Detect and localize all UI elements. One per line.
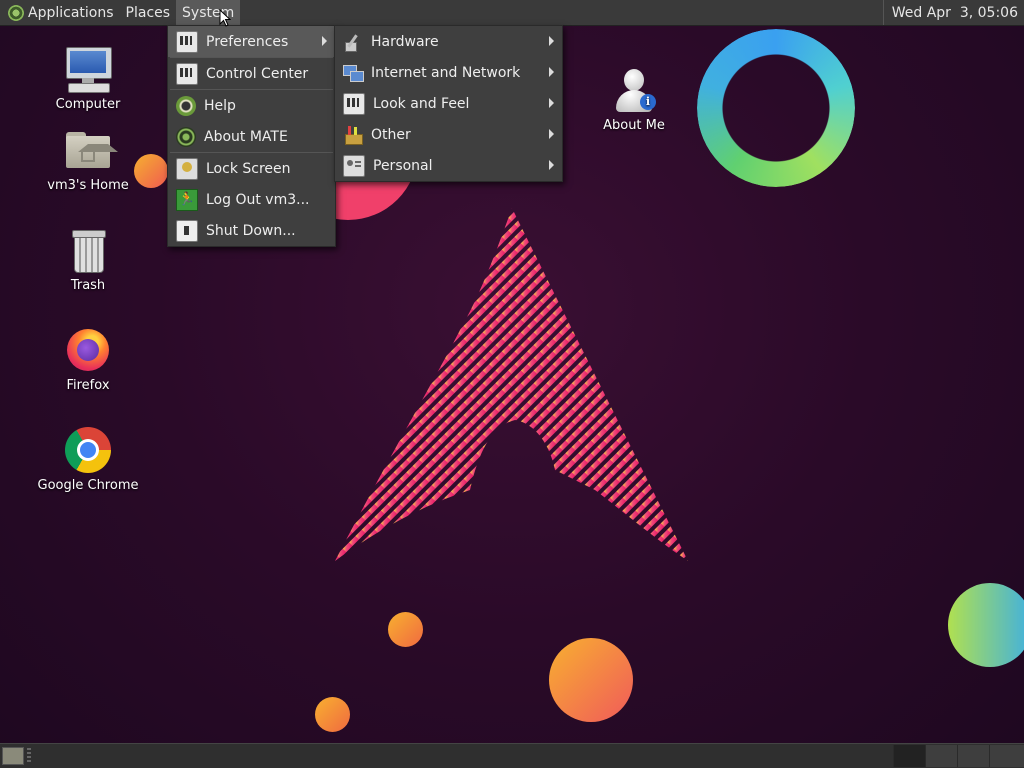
menu-item-label: Internet and Network [371,64,521,81]
submenu-item-personal[interactable]: Personal [335,150,562,181]
mouse-cursor-icon [219,9,231,27]
desktop-icon-label: vm3's Home [47,178,129,193]
network-icon [343,63,364,83]
workspace-2[interactable] [925,745,957,767]
desktop-icon-computer[interactable]: Computer [33,45,143,112]
arch-logo [335,208,688,561]
wallpaper-ball [549,638,633,722]
desktop-icon-firefox[interactable]: Firefox [33,326,143,393]
places-menu[interactable]: Places [120,0,177,25]
desktop-icon-label: Computer [55,97,121,112]
wallpaper-ball [948,583,1024,667]
workspace-4[interactable] [989,745,1024,767]
computer-icon [64,45,112,93]
submenu-arrow-icon [549,36,554,46]
desktop-icon-about-me[interactable]: i About Me [579,66,689,133]
menu-item-label: About MATE [204,128,288,145]
menu-item-lock-screen[interactable]: Lock Screen [168,153,335,184]
applications-menu-label: Applications [28,4,114,21]
submenu-arrow-icon [322,36,327,46]
clock[interactable]: Wed Apr 3, 05:06 [882,0,1024,25]
submenu-arrow-icon [549,160,554,170]
menu-item-help[interactable]: Help [168,90,335,121]
clock-label: Wed Apr 3, 05:06 [891,4,1018,21]
menu-item-label: Personal [373,157,433,174]
show-desktop-button[interactable] [2,747,24,765]
shut-down-icon [176,219,198,242]
submenu-arrow-icon [549,98,554,108]
top-panel: Applications Places System Wed Apr 3, 05… [0,0,1024,26]
home-folder-icon [64,126,118,174]
submenu-item-other[interactable]: Other [335,119,562,150]
desktop-icon-label: Firefox [66,378,110,393]
system-menu-popup: Preferences Control Center Help About MA… [167,25,336,247]
menu-item-label: Look and Feel [373,95,470,112]
firefox-icon [64,326,112,374]
places-menu-label: Places [125,4,171,21]
menu-item-label: Help [204,97,236,114]
desktop-icon-trash[interactable]: Trash [33,226,143,293]
about-me-icon: i [610,66,658,114]
menu-item-preferences[interactable]: Preferences [168,26,335,57]
menu-item-label: Hardware [371,33,439,50]
about-mate-icon [176,126,196,147]
submenu-item-hardware[interactable]: Hardware [335,26,562,57]
menu-item-shut-down[interactable]: Shut Down... [168,215,335,246]
menu-item-about-mate[interactable]: About MATE [168,121,335,152]
other-icon [343,125,363,145]
menu-item-control-center[interactable]: Control Center [168,58,335,89]
lock-screen-icon [176,157,198,180]
menu-item-label: Preferences [206,33,289,50]
bottom-panel [0,743,1024,768]
submenu-item-internet-network[interactable]: Internet and Network [335,57,562,88]
preferences-submenu: Hardware Internet and Network Look and F… [334,25,563,182]
help-icon [176,95,196,116]
menu-item-label: Lock Screen [206,160,291,177]
submenu-arrow-icon [549,67,554,77]
wallpaper-ring [697,29,855,187]
panel-handle[interactable] [27,748,31,762]
personal-icon [343,154,365,177]
desktop-icon-label: About Me [603,118,665,133]
desktop-icon-label: Trash [70,278,106,293]
trash-icon [64,226,112,274]
applications-menu[interactable]: Applications [0,0,120,25]
mate-logo-icon [8,4,24,21]
submenu-arrow-icon [549,129,554,139]
menu-item-label: Control Center [206,65,309,82]
desktop-icon-home[interactable]: vm3's Home [33,126,143,193]
wallpaper-ball [315,697,350,732]
menu-item-log-out[interactable]: 🏃 Log Out vm3... [168,184,335,215]
log-out-icon: 🏃 [176,188,198,211]
menu-item-label: Shut Down... [206,222,296,239]
desktop-icon-label: Google Chrome [37,478,139,493]
control-center-icon [176,62,198,85]
chrome-icon [64,426,112,474]
submenu-item-look-and-feel[interactable]: Look and Feel [335,88,562,119]
menu-item-label: Other [371,126,411,143]
look-and-feel-icon [343,92,365,115]
workspace-1[interactable] [893,745,925,767]
hardware-icon [343,32,363,52]
wallpaper-ball [388,612,423,647]
workspace-3[interactable] [957,745,989,767]
preferences-icon [176,30,198,53]
menu-item-label: Log Out vm3... [206,191,310,208]
desktop-icon-chrome[interactable]: Google Chrome [33,426,143,493]
